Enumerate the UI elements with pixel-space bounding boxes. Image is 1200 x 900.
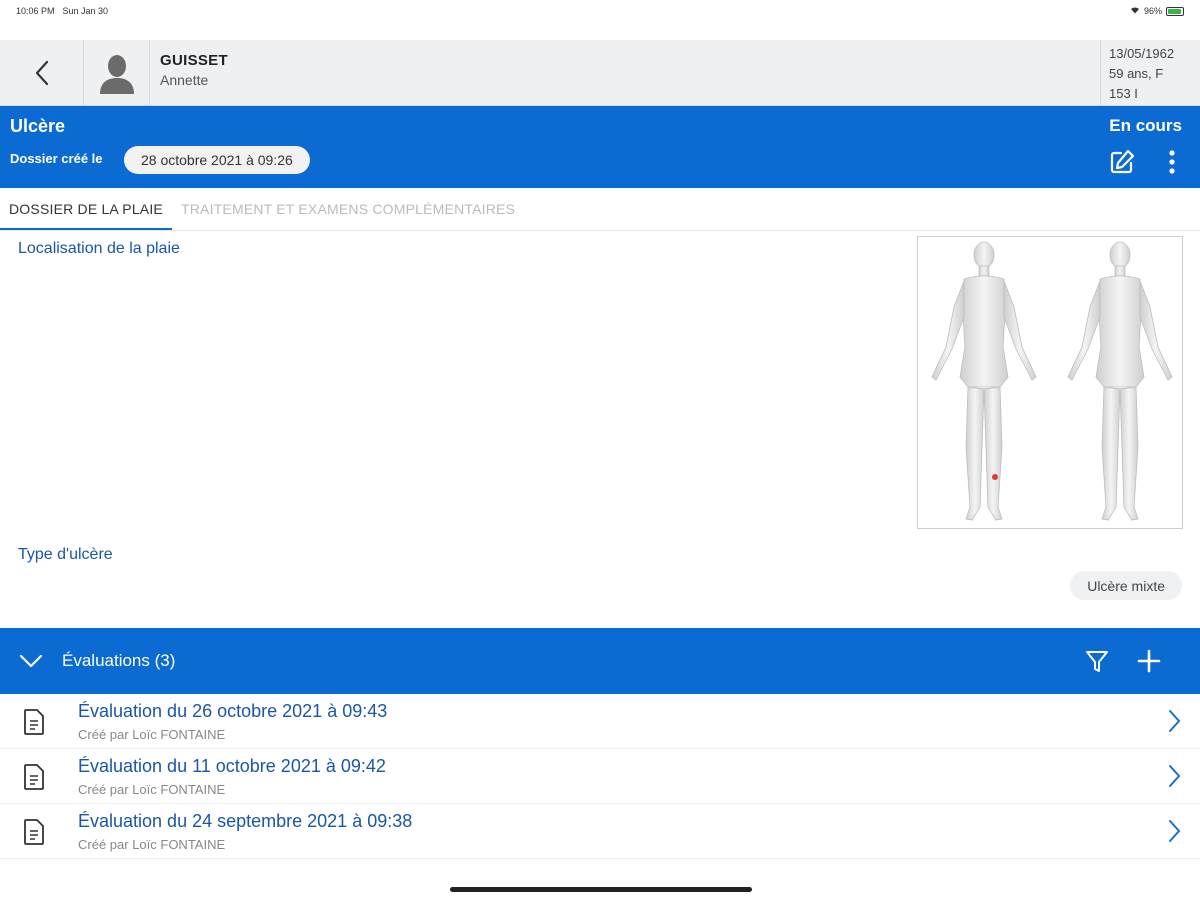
- wound-status: En cours: [1109, 116, 1182, 135]
- collapse-evaluations-button[interactable]: [18, 648, 44, 674]
- wifi-icon: [1130, 6, 1140, 16]
- document-icon: [24, 709, 44, 735]
- patient-birth-date: 13/05/1962: [1109, 46, 1175, 61]
- tab-traitement[interactable]: TRAITEMENT ET EXAMENS COMPLÉMENTAIRES: [172, 188, 524, 230]
- chevron-right-icon: [1169, 710, 1181, 732]
- evaluations-list: Évaluation du 26 octobre 2021 à 09:43 Cr…: [0, 694, 1200, 859]
- evaluations-header: Évaluations (3): [0, 628, 1200, 694]
- evaluation-title: Évaluation du 11 octobre 2021 à 09:42: [78, 756, 386, 776]
- avatar: [84, 40, 150, 106]
- patient-id: 153 I: [1109, 86, 1138, 101]
- patient-name: GUISSET Annette: [150, 40, 1100, 105]
- filter-icon: [1086, 651, 1108, 672]
- document-icon: [24, 819, 44, 845]
- patient-last-name: GUISSET: [160, 52, 228, 69]
- add-evaluation-button[interactable]: [1136, 648, 1162, 674]
- back-button[interactable]: [0, 40, 84, 106]
- body-figure-image: [931, 241, 1173, 521]
- chevron-right-icon: [1169, 765, 1181, 787]
- wound-title: Ulcère: [10, 116, 66, 136]
- chevron-right-icon: [1169, 820, 1181, 842]
- wound-marker[interactable]: [992, 474, 998, 480]
- wound-header: Ulcère Dossier créé le 28 octobre 2021 à…: [0, 106, 1200, 188]
- status-bar: 10:06 PM Sun Jan 30 96%: [0, 0, 1200, 22]
- tab-bar: DOSSIER DE LA PLAIE TRAITEMENT ET EXAMEN…: [0, 188, 1200, 231]
- patient-first-name: Annette: [160, 72, 209, 88]
- patient-age-sex: 59 ans, F: [1109, 66, 1164, 81]
- home-indicator[interactable]: [450, 887, 752, 892]
- battery-icon: [1166, 6, 1184, 16]
- ulcer-type-label: Type d'ulcère: [18, 546, 113, 563]
- ulcer-type-value: Ulcère mixte: [1070, 571, 1182, 600]
- body-front: [931, 241, 1037, 521]
- chevron-left-icon: [35, 60, 48, 86]
- evaluation-item[interactable]: Évaluation du 11 octobre 2021 à 09:42 Cr…: [0, 749, 1200, 804]
- filter-button[interactable]: [1084, 648, 1110, 674]
- body-back: [1067, 241, 1173, 521]
- more-vertical-icon: [1169, 150, 1175, 174]
- status-date: Sun Jan 30: [62, 6, 109, 16]
- tab-dossier[interactable]: DOSSIER DE LA PLAIE: [0, 188, 172, 230]
- body-map[interactable]: [917, 236, 1183, 529]
- evaluation-author: Créé par Loïc FONTAINE: [78, 727, 226, 742]
- status-time: 10:06 PM: [16, 6, 55, 16]
- plus-icon: [1137, 649, 1161, 673]
- evaluation-item[interactable]: Évaluation du 26 octobre 2021 à 09:43 Cr…: [0, 694, 1200, 749]
- created-label: Dossier créé le: [10, 151, 103, 166]
- evaluation-author: Créé par Loïc FONTAINE: [78, 837, 226, 852]
- evaluation-title: Évaluation du 26 octobre 2021 à 09:43: [78, 701, 388, 721]
- document-icon: [24, 764, 44, 790]
- evaluation-item[interactable]: Évaluation du 24 septembre 2021 à 09:38 …: [0, 804, 1200, 859]
- edit-icon: [1110, 149, 1135, 174]
- evaluation-title: Évaluation du 24 septembre 2021 à 09:38: [78, 811, 413, 831]
- location-label: Localisation de la plaie: [18, 240, 180, 257]
- chevron-down-icon: [19, 654, 43, 668]
- more-button[interactable]: [1164, 148, 1180, 176]
- evaluations-title: Évaluations (3): [62, 651, 176, 670]
- evaluation-author: Créé par Loïc FONTAINE: [78, 782, 226, 797]
- patient-header: GUISSET Annette 13/05/1962 59 ans, F 153…: [0, 40, 1200, 106]
- created-date: 28 octobre 2021 à 09:26: [124, 146, 310, 174]
- battery-percent: 96%: [1143, 6, 1162, 16]
- person-icon: [99, 55, 134, 94]
- patient-info: 13/05/1962 59 ans, F 153 I: [1100, 40, 1200, 105]
- edit-button[interactable]: [1108, 148, 1136, 176]
